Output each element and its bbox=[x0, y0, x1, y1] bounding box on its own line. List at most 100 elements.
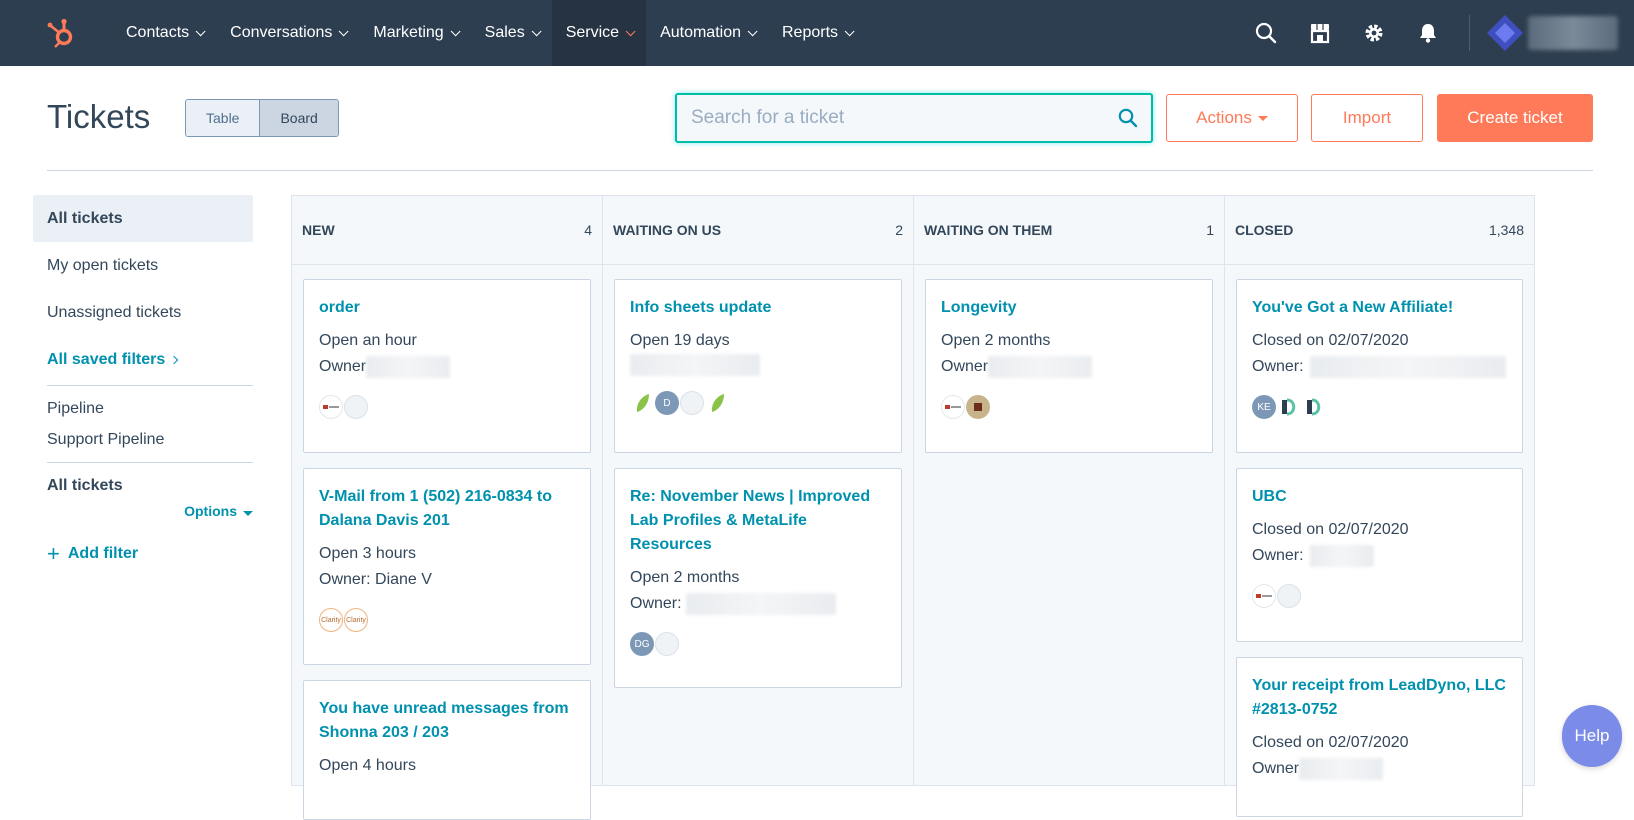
ticket-title[interactable]: You've Got a New Affiliate! bbox=[1252, 296, 1508, 320]
account-name-redacted bbox=[1528, 16, 1618, 50]
nav-sales[interactable]: Sales bbox=[471, 0, 552, 66]
company-placeholder-icon[interactable] bbox=[344, 395, 368, 419]
column-title: NEW bbox=[302, 222, 335, 238]
ticket-title[interactable]: Longevity bbox=[941, 296, 1198, 320]
sidebar-divider bbox=[47, 462, 253, 463]
board-column-new: NEW 4 order Open an hour Owner V-Mail fr… bbox=[291, 195, 602, 820]
actions-button[interactable]: Actions bbox=[1166, 94, 1298, 142]
nav-conversations[interactable]: Conversations bbox=[216, 0, 359, 66]
marketplace-icon[interactable] bbox=[1293, 0, 1347, 66]
all-saved-filters-link[interactable]: All saved filters bbox=[33, 336, 253, 383]
ticket-owner: Owner bbox=[1252, 756, 1508, 782]
ticket-title[interactable]: UBC bbox=[1252, 485, 1508, 509]
column-header: WAITING ON US 2 bbox=[603, 196, 913, 265]
company-placeholder-icon[interactable] bbox=[1277, 584, 1301, 608]
sidebar-item-my-open-tickets[interactable]: My open tickets bbox=[33, 242, 253, 289]
ticket-title[interactable]: You have unread messages from Shonna 203… bbox=[319, 697, 576, 745]
header-divider bbox=[47, 170, 1593, 171]
ticket-title[interactable]: Info sheets update bbox=[630, 296, 887, 320]
ticket-owner: Owner: bbox=[1252, 354, 1508, 380]
company-logo-icon[interactable] bbox=[966, 395, 990, 419]
clarity-logo-icon[interactable]: Clarity bbox=[344, 608, 368, 632]
leaf-logo-icon[interactable] bbox=[630, 391, 654, 415]
sidebar-item-unassigned-tickets[interactable]: Unassigned tickets bbox=[33, 289, 253, 336]
ticket-card[interactable]: You've Got a New Affiliate! Closed on 02… bbox=[1236, 279, 1523, 453]
filter-heading: All tickets bbox=[47, 477, 123, 494]
ticket-status: Open 19 days bbox=[630, 332, 730, 349]
chevron-down-icon bbox=[747, 25, 758, 36]
ticket-card[interactable]: Re: November News | Improved Lab Profile… bbox=[614, 468, 902, 688]
ticket-card[interactable]: Longevity Open 2 months Owner bbox=[925, 279, 1213, 453]
sidebar-item-all-tickets[interactable]: All tickets bbox=[33, 195, 253, 242]
chevron-down-icon bbox=[450, 25, 461, 36]
company-logo-icon[interactable] bbox=[1252, 584, 1276, 608]
search-icon[interactable] bbox=[1105, 108, 1151, 128]
options-dropdown[interactable]: Options bbox=[33, 503, 253, 519]
nav-divider bbox=[1469, 15, 1470, 51]
board-column-closed: CLOSED 1,348 You've Got a New Affiliate!… bbox=[1224, 195, 1535, 817]
column-count: 1 bbox=[1206, 222, 1214, 238]
ticket-status: Closed on 02/07/2020 bbox=[1252, 734, 1409, 751]
ticket-card[interactable]: V-Mail from 1 (502) 216-0834 to Dalana D… bbox=[303, 468, 591, 665]
owner-redacted bbox=[685, 593, 836, 615]
board-column-waiting-on-them: WAITING ON THEM 1 Longevity Open 2 month… bbox=[913, 195, 1224, 786]
company-logo-icon[interactable] bbox=[1277, 395, 1301, 419]
leaf-logo-icon[interactable] bbox=[705, 391, 729, 415]
chevron-down-icon bbox=[531, 25, 542, 36]
company-logo-icon[interactable] bbox=[1302, 395, 1326, 419]
chevron-down-icon bbox=[195, 25, 206, 36]
notifications-icon[interactable] bbox=[1401, 0, 1455, 66]
column-title: WAITING ON US bbox=[613, 222, 722, 238]
account-menu[interactable] bbox=[1486, 14, 1618, 52]
sidebar-divider bbox=[47, 385, 253, 386]
caret-down-icon bbox=[243, 511, 253, 516]
add-filter-button[interactable]: + Add filter bbox=[33, 543, 253, 565]
associations: D bbox=[630, 390, 887, 416]
company-logo-icon[interactable] bbox=[941, 395, 965, 419]
column-count: 1,348 bbox=[1488, 222, 1524, 238]
column-count: 2 bbox=[895, 222, 903, 238]
ticket-title[interactable]: Re: November News | Improved Lab Profile… bbox=[630, 485, 887, 557]
nav-service[interactable]: Service bbox=[551, 0, 647, 66]
ticket-card[interactable]: order Open an hour Owner bbox=[303, 279, 591, 453]
board-column-waiting-on-us: WAITING ON US 2 Info sheets update Open … bbox=[602, 195, 913, 786]
ticket-card[interactable]: UBC Closed on 02/07/2020 Owner: bbox=[1236, 468, 1523, 642]
ticket-card[interactable]: You have unread messages from Shonna 203… bbox=[303, 680, 591, 820]
column-title: WAITING ON THEM bbox=[924, 222, 1053, 238]
company-placeholder-icon[interactable] bbox=[680, 391, 704, 415]
settings-icon[interactable] bbox=[1347, 0, 1401, 66]
ticket-title[interactable]: V-Mail from 1 (502) 216-0834 to Dalana D… bbox=[319, 485, 576, 533]
associations bbox=[941, 394, 1198, 420]
nav-reports[interactable]: Reports bbox=[768, 0, 865, 66]
chevron-down-icon bbox=[339, 25, 349, 36]
help-button[interactable]: Help bbox=[1562, 705, 1622, 767]
ticket-owner: Owner bbox=[941, 354, 1198, 380]
contact-avatar[interactable]: KE bbox=[1252, 395, 1276, 419]
ticket-status: Open 3 hours bbox=[319, 545, 416, 562]
ticket-search-input[interactable] bbox=[677, 95, 1105, 141]
import-button[interactable]: Import bbox=[1311, 94, 1423, 142]
ticket-title[interactable]: order bbox=[319, 296, 576, 320]
clarity-logo-icon[interactable]: Clarity bbox=[319, 608, 343, 632]
nav-marketing[interactable]: Marketing bbox=[359, 0, 470, 66]
associations bbox=[1252, 583, 1508, 609]
contact-avatar[interactable]: D bbox=[655, 391, 679, 415]
create-ticket-button[interactable]: Create ticket bbox=[1437, 94, 1593, 142]
ticket-title[interactable]: Your receipt from LeadDyno, LLC #2813-07… bbox=[1252, 674, 1508, 722]
nav-automation[interactable]: Automation bbox=[646, 0, 768, 66]
ticket-card[interactable]: Your receipt from LeadDyno, LLC #2813-07… bbox=[1236, 657, 1523, 817]
contact-avatar[interactable]: DG bbox=[630, 632, 654, 656]
search-icon[interactable] bbox=[1239, 0, 1293, 66]
ticket-card[interactable]: Info sheets update Open 19 days D bbox=[614, 279, 902, 453]
table-view-button[interactable]: Table bbox=[186, 100, 260, 136]
owner-redacted bbox=[630, 354, 760, 376]
owner-redacted bbox=[1309, 545, 1374, 567]
nav-contacts[interactable]: Contacts bbox=[112, 0, 216, 66]
ticket-owner: Owner bbox=[319, 354, 576, 380]
company-placeholder-icon[interactable] bbox=[655, 632, 679, 656]
hubspot-logo-icon[interactable] bbox=[30, 0, 92, 66]
company-logo-icon[interactable] bbox=[319, 395, 343, 419]
pipeline-select[interactable]: Support Pipeline bbox=[33, 431, 253, 449]
owner-redacted bbox=[366, 356, 451, 378]
board-view-button[interactable]: Board bbox=[259, 100, 338, 136]
